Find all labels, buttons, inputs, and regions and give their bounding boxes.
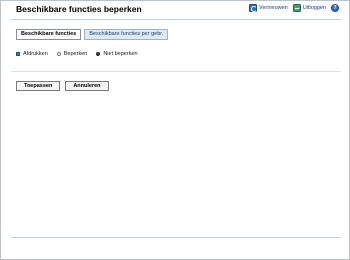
tab-beschikbare-functies-per-gebruiker[interactable]: Beschikbare functies per gebr.	[84, 29, 169, 40]
option-niet-beperken[interactable]: Niet beperken	[96, 51, 138, 57]
refresh-label: Vernieuwen	[259, 5, 288, 11]
tab-bar: Beschikbare functies Beschikbare functie…	[16, 29, 169, 40]
radio-beperken[interactable]	[56, 52, 61, 56]
radio-niet-beperken[interactable]	[96, 52, 101, 56]
logout-label: Uitloggen	[302, 5, 326, 11]
header-actions: Vernieuwen Uitloggen ?	[249, 4, 339, 12]
option-label: Afdrukken	[23, 51, 48, 57]
page-title: Beschikbare functies beperken	[16, 4, 142, 14]
option-label: Beperken	[63, 51, 88, 57]
logout-icon	[292, 4, 301, 12]
restriction-options: Afdrukken Beperken Niet beperken	[16, 51, 138, 57]
content-divider	[11, 71, 341, 72]
header-divider	[11, 19, 341, 20]
page-header: Beschikbare functies beperken Vernieuwen…	[1, 1, 349, 17]
option-afdrukken: Afdrukken	[16, 51, 48, 57]
cancel-button[interactable]: Annuleren	[65, 81, 109, 91]
tab-beschikbare-functies[interactable]: Beschikbare functies	[16, 29, 82, 40]
refresh-link[interactable]: Vernieuwen	[249, 4, 288, 12]
apply-button[interactable]: Toepassen	[16, 81, 61, 91]
action-buttons: Toepassen Annuleren	[16, 81, 109, 91]
window-frame: Beschikbare functies beperken Vernieuwen…	[0, 0, 350, 260]
logout-link[interactable]: Uitloggen	[292, 4, 326, 12]
option-beperken[interactable]: Beperken	[56, 51, 88, 57]
bullet-icon	[16, 52, 20, 56]
help-icon[interactable]: ?	[331, 4, 339, 12]
footer-divider	[11, 237, 341, 238]
option-label: Niet beperken	[103, 51, 138, 57]
refresh-icon	[249, 4, 257, 12]
